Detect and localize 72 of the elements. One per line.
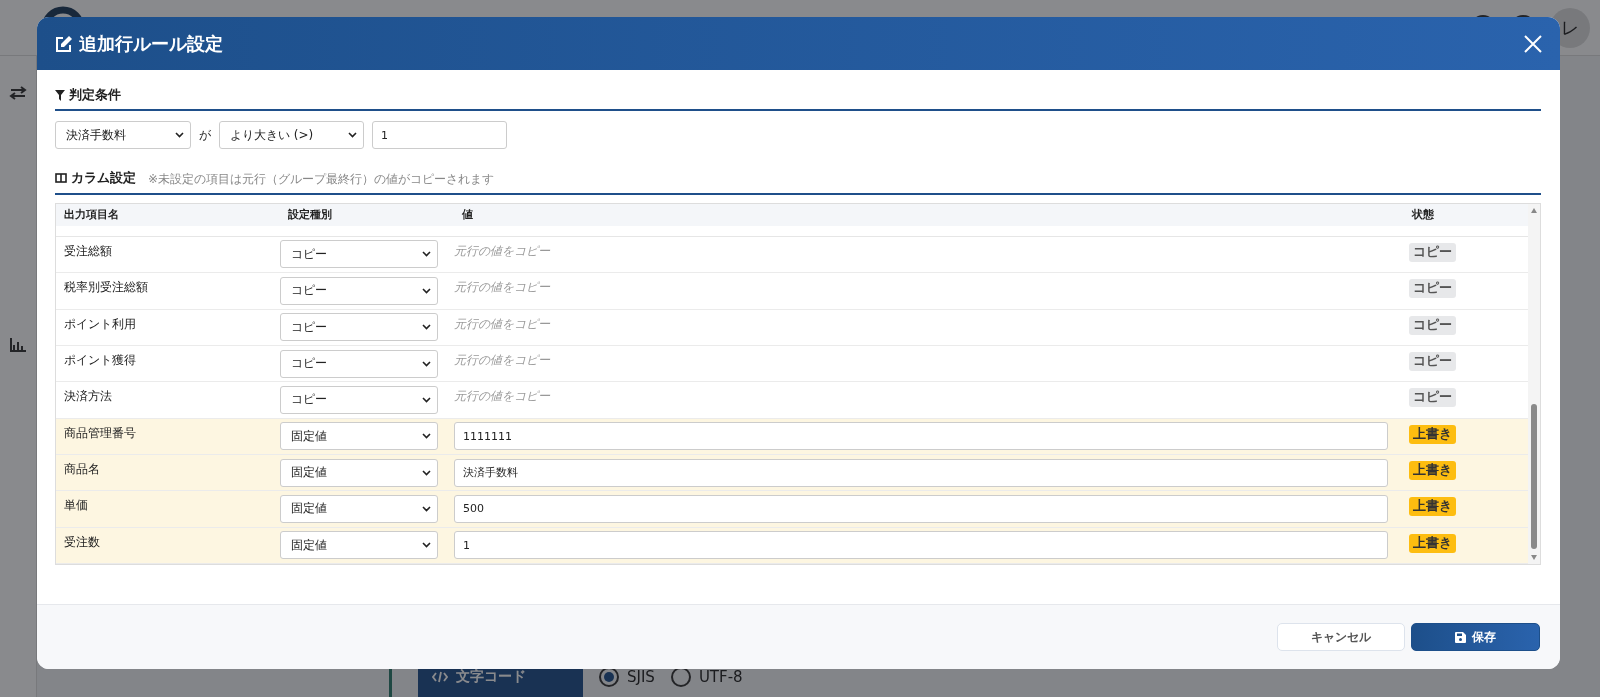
select-field[interactable]: 固定値	[280, 458, 438, 487]
select-field[interactable]: 固定値	[280, 531, 438, 560]
table-cell-text: 決済方法	[63, 388, 113, 406]
chevron-icon	[422, 251, 431, 258]
table-cell-text: 単価	[63, 497, 89, 515]
table-cell-text: ポイント獲得	[63, 351, 137, 369]
status-badge: 上書き	[1409, 424, 1456, 444]
radio-label: SJIS	[627, 668, 655, 686]
table-cell-text: 商品管理番号	[63, 424, 137, 442]
cancel-button[interactable]: キャンセル	[1277, 623, 1405, 651]
select-field[interactable]: コピー	[280, 276, 438, 305]
code-icon	[432, 671, 448, 683]
chevron-icon	[422, 324, 431, 331]
copy-hint: 元行の値をコピー	[454, 242, 550, 260]
encoding-label: 文字コード	[456, 668, 526, 686]
column-header: 状態	[1410, 207, 1435, 223]
column-header: 出力項目名	[63, 207, 120, 223]
section-title: カラム設定	[71, 169, 136, 187]
select-field[interactable]: コピー	[280, 349, 438, 378]
status-badge: コピー	[1409, 388, 1456, 408]
chevron-icon	[422, 396, 431, 403]
copy-hint: 元行の値をコピー	[454, 279, 550, 297]
connector-text: が	[199, 126, 211, 144]
chevron-icon	[348, 132, 357, 138]
select-field[interactable]: コピー	[280, 385, 438, 414]
swap-icon[interactable]	[9, 86, 27, 100]
floppy-icon	[1455, 631, 1466, 643]
status-badge: コピー	[1409, 279, 1456, 299]
status-badge: コピー	[1409, 351, 1456, 371]
chevron-icon	[422, 542, 431, 549]
filter-icon	[55, 89, 65, 101]
table-cell-text: 受注数	[63, 533, 101, 551]
chevron-icon	[422, 506, 431, 512]
column-header: 設定種別	[287, 207, 333, 223]
copy-hint: 元行の値をコピー	[454, 315, 550, 333]
value-field[interactable]: 500	[454, 495, 1388, 523]
section-note: ※未設定の項目は元行（グループ最終行）の値がコピーされます	[148, 171, 495, 188]
status-badge: 上書き	[1409, 533, 1456, 553]
copy-hint: 元行の値をコピー	[454, 351, 550, 369]
select-field[interactable]: コピー	[280, 240, 438, 269]
status-badge: コピー	[1409, 315, 1456, 335]
chevron-icon	[422, 360, 431, 367]
copy-hint: 元行の値をコピー	[454, 388, 550, 406]
table-cell-text: 商品名	[63, 460, 101, 478]
status-badge: 上書き	[1409, 460, 1456, 480]
status-badge: コピー	[1409, 242, 1456, 262]
select-field[interactable]: コピー	[280, 313, 438, 342]
value-field[interactable]: 1111111	[454, 422, 1388, 451]
columns-icon	[55, 173, 67, 183]
bar-chart-icon[interactable]	[10, 338, 26, 352]
dialog-title: 追加行ルール設定	[79, 31, 223, 56]
column-header: 値	[461, 207, 474, 223]
radio-label: UTF-8	[698, 668, 743, 686]
select-field[interactable]: 決済手数料	[55, 121, 191, 149]
table-cell-text: 税率別受注総額	[63, 279, 149, 297]
value-field[interactable]: 決済手数料	[454, 458, 1388, 487]
close-button[interactable]	[1522, 32, 1544, 55]
section-title: 判定条件	[69, 86, 121, 104]
select-field[interactable]: 固定値	[280, 422, 438, 451]
select-field[interactable]: 固定値	[280, 495, 438, 523]
select-field[interactable]: より大きい (>)	[219, 121, 364, 149]
edit-icon	[55, 34, 73, 53]
table-cell-text: ポイント利用	[63, 315, 137, 333]
chevron-icon	[422, 287, 431, 294]
chevron-icon	[422, 433, 431, 440]
value-field[interactable]: 1	[454, 531, 1388, 560]
save-button[interactable]: 保存	[1411, 623, 1540, 651]
chevron-icon	[422, 469, 431, 476]
chevron-icon	[175, 132, 184, 138]
value-field[interactable]: 1	[372, 121, 507, 149]
table-cell-text: 受注総額	[63, 242, 113, 260]
status-badge: 上書き	[1409, 497, 1456, 517]
